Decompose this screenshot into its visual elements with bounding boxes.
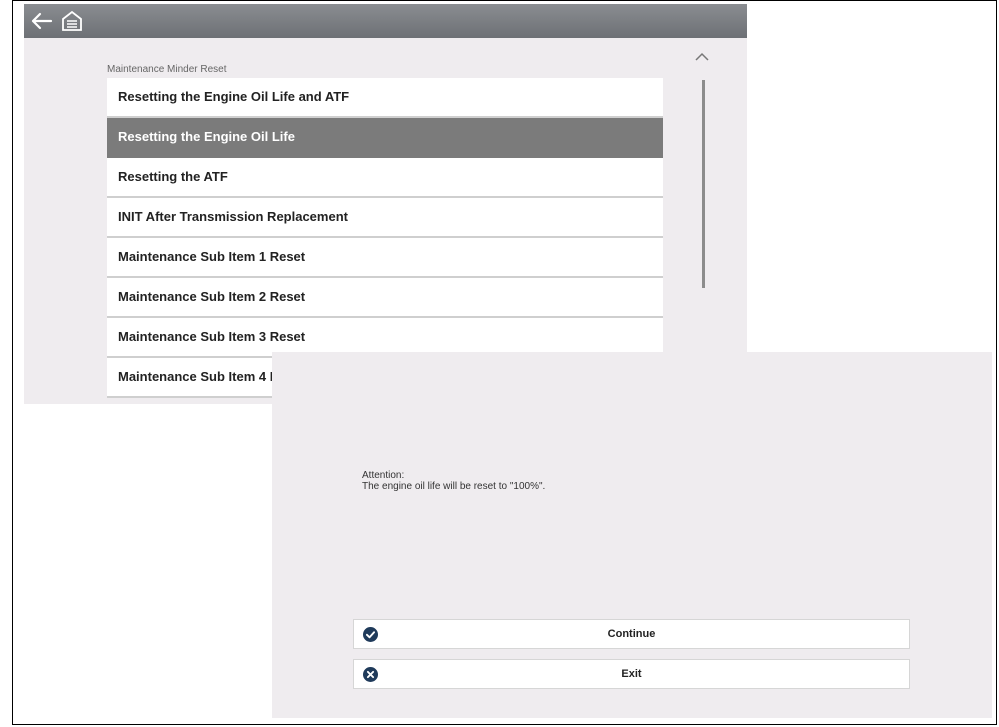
scroll-up-chevron-icon[interactable] — [694, 50, 710, 62]
menu-item[interactable]: INIT After Transmission Replacement — [107, 198, 663, 238]
menu-title: Maintenance Minder Reset — [107, 64, 227, 75]
back-arrow-icon[interactable] — [28, 7, 56, 35]
top-toolbar — [24, 4, 747, 38]
maintenance-menu-screen: Maintenance Minder Reset Resetting the E… — [24, 4, 747, 404]
continue-label: Continue — [607, 628, 656, 640]
menu-item[interactable]: Maintenance Sub Item 2 Reset — [107, 278, 663, 318]
attention-message: Attention: The engine oil life will be r… — [362, 470, 545, 492]
home-icon[interactable] — [58, 7, 86, 35]
menu-item-selected[interactable]: Resetting the Engine Oil Life — [107, 118, 663, 158]
attention-title: Attention: — [362, 470, 405, 481]
scrollbar[interactable] — [702, 80, 705, 288]
menu-item[interactable]: Resetting the Engine Oil Life and ATF — [107, 78, 663, 118]
continue-button[interactable]: Continue — [353, 619, 910, 649]
exit-button[interactable]: Exit — [353, 659, 910, 689]
menu-list: Resetting the Engine Oil Life and ATF Re… — [107, 78, 663, 398]
exit-label: Exit — [621, 668, 642, 680]
menu-item[interactable]: Maintenance Sub Item 1 Reset — [107, 238, 663, 278]
confirmation-dialog-screen: Attention: The engine oil life will be r… — [272, 352, 992, 718]
menu-item[interactable]: Resetting the ATF — [107, 158, 663, 198]
attention-text: The engine oil life will be reset to "10… — [362, 481, 546, 492]
